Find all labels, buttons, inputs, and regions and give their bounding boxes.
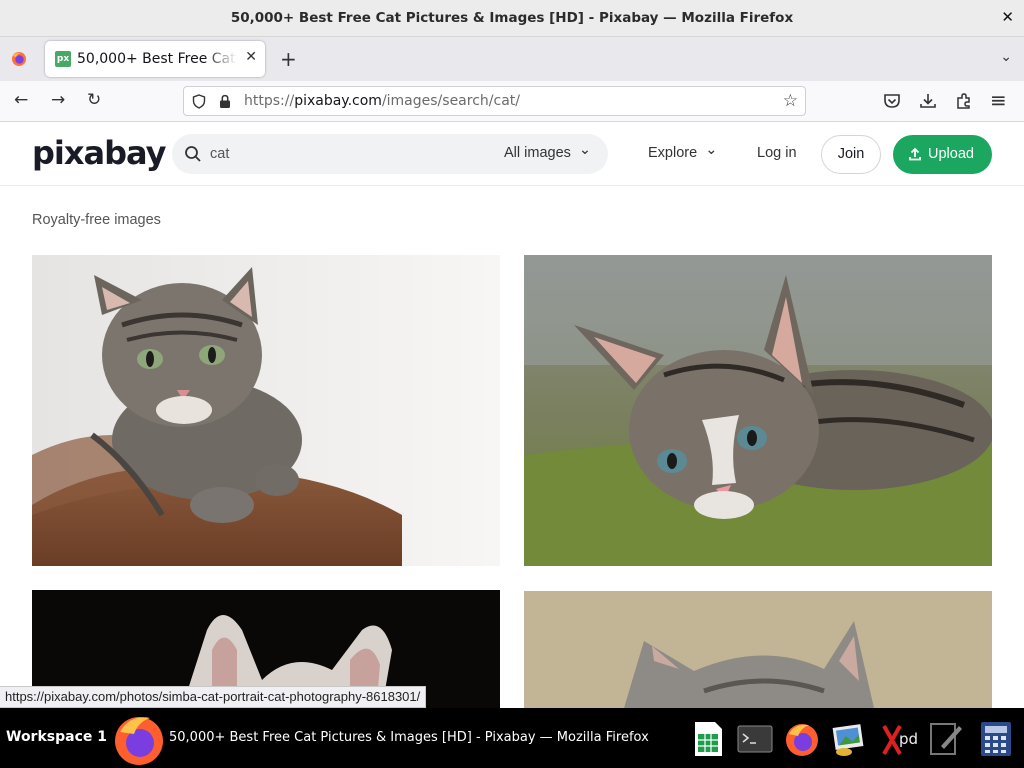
app-menu-button[interactable]: ≡	[990, 88, 1007, 112]
tab-close-icon[interactable]: ✕	[245, 49, 257, 65]
section-title: Royalty-free images	[32, 212, 161, 228]
navigation-toolbar: ← → ↻ https://pixabay.com/images/search/…	[0, 81, 1024, 122]
spreadsheet-app-icon[interactable]	[689, 720, 727, 758]
taskbar-window-title[interactable]: 50,000+ Best Free Cat Pictures & Images …	[169, 730, 649, 745]
url-bar[interactable]: https://pixabay.com/images/search/cat/ ☆	[183, 86, 806, 116]
window-titlebar: 50,000+ Best Free Cat Pictures & Images …	[0, 0, 1024, 37]
pixabay-logo[interactable]: pixabay	[32, 134, 166, 172]
lock-icon[interactable]	[218, 94, 232, 109]
firefox-taskbar-icon[interactable]	[112, 712, 166, 766]
firefox-view-icon[interactable]	[11, 51, 27, 67]
pixabay-favicon-icon: px	[55, 51, 71, 67]
explore-menu[interactable]: Explore ⌄	[648, 142, 718, 161]
new-tab-button[interactable]: +	[280, 47, 297, 71]
tab-strip: px 50,000+ Best Free Cat Pictures & Imag…	[0, 37, 1024, 81]
image-viewer-app-icon[interactable]	[830, 720, 868, 758]
tab-pixabay[interactable]: px 50,000+ Best Free Cat Pictures & Imag…	[45, 41, 265, 77]
terminal-app-icon[interactable]	[736, 720, 774, 758]
pdf-label: pdf	[899, 730, 918, 748]
url-text[interactable]: https://pixabay.com/images/search/cat/	[244, 93, 520, 109]
text-editor-app-icon[interactable]	[927, 720, 965, 758]
window-close-button[interactable]: ✕	[1001, 8, 1014, 26]
firefox-app-icon[interactable]	[783, 720, 821, 758]
join-button[interactable]: Join	[821, 135, 881, 174]
system-taskbar: Workspace 1 50,000+ Best Free Cat Pictur…	[0, 708, 1024, 768]
list-all-tabs-button[interactable]: ⌄	[1000, 49, 1012, 65]
site-header: pixabay All images ⌄ Explore ⌄ Log in Jo…	[0, 122, 1024, 186]
link-status-bar: https://pixabay.com/photos/simba-cat-por…	[0, 686, 427, 708]
downloads-icon[interactable]	[918, 91, 938, 111]
photo-grey-cat-outdoors[interactable]	[524, 591, 992, 708]
upload-label: Upload	[928, 146, 974, 162]
media-type-label: All images	[504, 145, 571, 161]
media-type-dropdown[interactable]: All images ⌄	[504, 142, 592, 161]
calculator-app-icon[interactable]	[977, 720, 1015, 758]
forward-button[interactable]: →	[51, 90, 65, 110]
tab-label: 50,000+ Best Free Cat Pictures & Images …	[77, 51, 237, 67]
photo-kitten-on-green-carpet[interactable]	[524, 255, 992, 566]
upload-icon	[909, 147, 921, 161]
login-link[interactable]: Log in	[757, 145, 797, 161]
chevron-down-icon: ⌄	[705, 142, 718, 158]
pocket-icon[interactable]	[882, 91, 902, 111]
photo-tabby-cat-on-chair[interactable]	[32, 255, 500, 566]
upload-button[interactable]: Upload	[893, 135, 992, 174]
reload-button[interactable]: ↻	[87, 90, 101, 110]
bookmark-star-icon[interactable]: ☆	[783, 91, 798, 111]
chevron-down-icon: ⌄	[578, 142, 592, 158]
pdf-app-icon[interactable]: pdf	[880, 720, 918, 758]
back-button[interactable]: ←	[14, 90, 28, 110]
search-input[interactable]	[210, 144, 460, 164]
workspace-indicator[interactable]: Workspace 1	[6, 729, 107, 745]
search-bar: All images ⌄	[172, 134, 608, 174]
extensions-icon[interactable]	[954, 91, 974, 111]
search-icon[interactable]	[184, 145, 202, 163]
explore-label: Explore	[648, 145, 698, 161]
tracking-protection-shield-icon[interactable]	[192, 94, 206, 109]
window-title: 50,000+ Best Free Cat Pictures & Images …	[230, 10, 794, 26]
